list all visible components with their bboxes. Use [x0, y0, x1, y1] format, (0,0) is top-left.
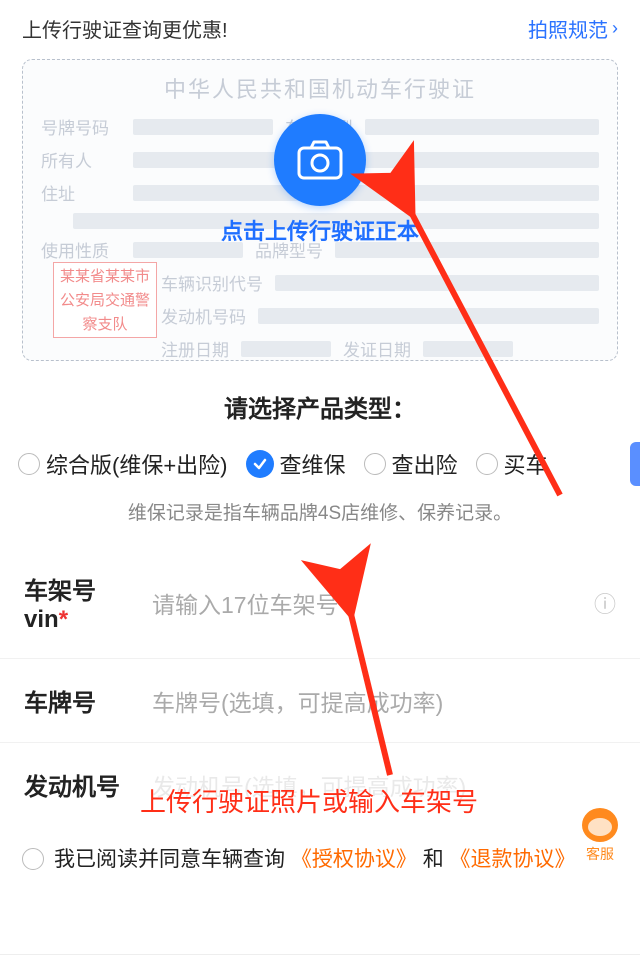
- product-type-combo[interactable]: 综合版(维保+出险): [18, 448, 228, 480]
- product-type-hint: 维保记录是指车辆品牌4S店维修、保养记录。: [0, 498, 640, 525]
- refund-agreement-link[interactable]: 《退款协议》: [450, 848, 576, 871]
- license-field-address: 住址: [41, 180, 121, 205]
- engine-label: 发动机号: [24, 767, 134, 802]
- license-field-engine: 发动机号码: [161, 303, 246, 328]
- radio-icon: [476, 453, 498, 475]
- license-field-plate: 号牌号码: [41, 114, 121, 139]
- product-type-more[interactable]: 买车: [476, 448, 548, 480]
- license-field-issuedate: 发证日期: [343, 336, 411, 361]
- horizontal-scroll-indicator[interactable]: [630, 442, 640, 486]
- product-type-heading: 请选择产品类型：: [0, 389, 640, 424]
- photo-spec-label: 拍照规范: [528, 14, 608, 43]
- annotation-text: 上传行驶证照片或输入车架号: [140, 782, 478, 819]
- customer-service-icon: [582, 808, 618, 842]
- plate-input[interactable]: 车牌号(选填，可提高成功率): [152, 684, 616, 718]
- placeholder-bar: [423, 341, 513, 357]
- product-type-label: 买车: [504, 448, 548, 480]
- license-field-usage: 使用性质: [41, 237, 121, 262]
- placeholder-bar: [241, 341, 331, 357]
- license-card-title: 中华人民共和国机动车行驶证: [41, 72, 599, 104]
- chevron-right-icon: ›: [612, 18, 618, 39]
- vin-input[interactable]: 请输入17位车架号: [152, 586, 576, 620]
- radio-icon: [364, 453, 386, 475]
- authority-stamp: 某某省某某市公安局交通警察支队: [53, 262, 157, 338]
- product-type-label: 查出险: [392, 448, 458, 480]
- upload-instruction: 点击上传行驶证正本: [221, 214, 419, 246]
- license-field-owner: 所有人: [41, 147, 121, 172]
- placeholder-bar: [258, 308, 599, 324]
- photo-spec-link[interactable]: 拍照规范 ›: [528, 14, 618, 43]
- license-upload-card[interactable]: 中华人民共和国机动车行驶证 号牌号码 车辆类型 所有人 住址 使用性质 品牌型号…: [22, 59, 618, 361]
- vin-label: 车架号vin*: [24, 571, 134, 634]
- license-field-regdate: 注册日期: [161, 336, 229, 361]
- agreement-text-pre: 我已阅读并同意车辆查询: [54, 848, 285, 871]
- auth-agreement-link[interactable]: 《授权协议》: [291, 848, 417, 871]
- agreement-checkbox[interactable]: [22, 848, 44, 870]
- placeholder-bar: [275, 275, 599, 291]
- customer-service-label: 客服: [586, 844, 614, 864]
- promo-text: 上传行驶证查询更优惠!: [22, 14, 228, 43]
- product-type-label: 综合版(维保+出险): [46, 448, 228, 480]
- camera-upload-button[interactable]: [274, 114, 366, 206]
- plate-row: 车牌号 车牌号(选填，可提高成功率): [0, 659, 640, 743]
- required-asterisk: *: [59, 606, 68, 633]
- camera-icon: [297, 140, 343, 180]
- plate-label: 车牌号: [24, 683, 134, 718]
- customer-service-button[interactable]: 客服: [572, 808, 628, 864]
- product-type-group: 综合版(维保+出险) 查维保 查出险 买车: [0, 448, 640, 480]
- radio-checked-icon: [246, 450, 274, 478]
- product-type-label: 查维保: [280, 448, 346, 480]
- agreement-text-mid: 和: [423, 848, 444, 871]
- product-type-accident[interactable]: 查出险: [364, 448, 458, 480]
- license-field-vin: 车辆识别代号: [161, 270, 263, 295]
- product-type-maintenance[interactable]: 查维保: [246, 448, 346, 480]
- vin-row: 车架号vin* 请输入17位车架号 ⓘ: [0, 547, 640, 659]
- radio-icon: [18, 453, 40, 475]
- agreement-row: 我已阅读并同意车辆查询 《授权协议》 和 《退款协议》: [0, 826, 640, 876]
- info-icon[interactable]: ⓘ: [594, 587, 616, 619]
